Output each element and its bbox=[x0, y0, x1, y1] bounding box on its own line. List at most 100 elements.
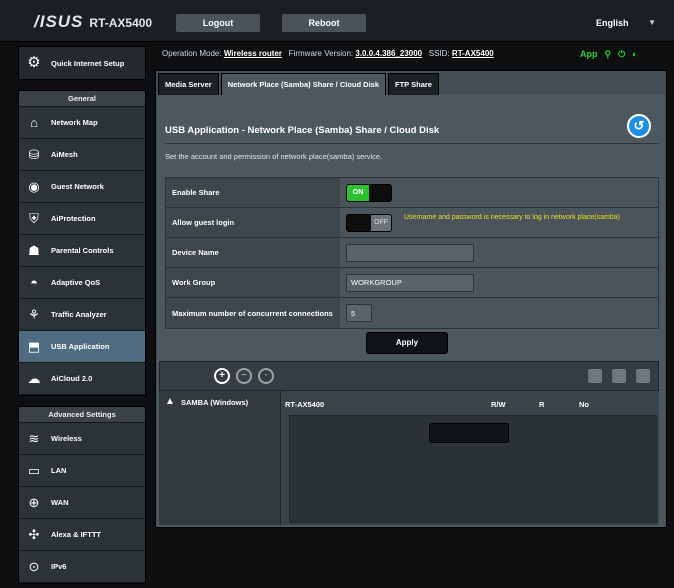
network-map-icon: ⌂ bbox=[30, 114, 38, 130]
enable-share-label: Enable Share bbox=[166, 178, 340, 207]
sidebar-item-adaptive-qos[interactable]: ◓ Adaptive QoS bbox=[19, 267, 145, 299]
row-device-name: Device Name bbox=[166, 238, 658, 268]
lan-icon: ▭ bbox=[27, 462, 41, 478]
row-guest-login: Allow guest login OFF Username and passw… bbox=[166, 208, 658, 238]
max-connections-input[interactable] bbox=[346, 304, 372, 322]
toggle-off-text: OFF bbox=[371, 214, 391, 231]
share-area: ▲ SAMBA (Windows) RT-AX5400 R/W R No bbox=[159, 391, 659, 525]
guest-network-icon: ◉ bbox=[28, 178, 40, 194]
delete-folder-icon[interactable] bbox=[612, 369, 626, 383]
firmware-link[interactable]: 3.0.0.4.386_23000 bbox=[355, 49, 422, 58]
device-col-r: R bbox=[539, 399, 545, 409]
guest-login-warning: Username and password is necessary to lo… bbox=[404, 214, 620, 221]
guest-login-toggle[interactable]: OFF bbox=[346, 213, 392, 232]
model-name: RT-AX5400 bbox=[89, 16, 153, 30]
device-col-rw: R/W bbox=[491, 399, 506, 409]
quick-internet-setup[interactable]: ⚙ Quick Internet Setup bbox=[18, 46, 146, 80]
status-line: Operation Mode: Wireless router Firmware… bbox=[162, 46, 494, 62]
sidebar-item-label: AiCloud 2.0 bbox=[51, 374, 93, 383]
language-select[interactable]: English ▼ bbox=[560, 14, 660, 32]
add-folder-icon[interactable] bbox=[588, 369, 602, 383]
sidebar-item-aicloud[interactable]: ☁ AiCloud 2.0 bbox=[19, 363, 145, 395]
tree-node-samba[interactable]: ▲ SAMBA (Windows) bbox=[165, 397, 248, 407]
wan-icon: ⊕ bbox=[28, 494, 40, 510]
sidebar-item-label: Traffic Analyzer bbox=[51, 310, 107, 319]
sidebar-item-aiprotection[interactable]: ⛨ AiProtection bbox=[19, 203, 145, 235]
rename-folder-icon[interactable] bbox=[636, 369, 650, 383]
share-toolbar: + − · bbox=[159, 361, 659, 391]
settings-table: Enable Share ON Allow guest login OFF Us… bbox=[165, 177, 659, 329]
work-group-input[interactable] bbox=[346, 273, 474, 292]
chevron-down-icon: ▼ bbox=[648, 18, 656, 27]
sidebar-item-label: Alexa & IFTTT bbox=[51, 530, 102, 539]
sidebar-item-label: Network Map bbox=[51, 118, 98, 127]
usb-status-icon[interactable]: ⏻ bbox=[618, 49, 625, 60]
qis-icon: ⚙ bbox=[27, 54, 41, 71]
top-bar: /ISUS RT-AX5400 Logout Reboot English ▼ bbox=[0, 0, 674, 42]
wifi-status-icon[interactable]: ◐ bbox=[632, 49, 637, 59]
sidebar-item-lan[interactable]: ▭ LAN bbox=[19, 455, 145, 487]
alexa-icon: ✣ bbox=[28, 526, 40, 542]
firmware-label: Firmware Version: bbox=[288, 49, 354, 58]
guest-login-label: Allow guest login bbox=[166, 208, 340, 237]
logout-button[interactable]: Logout bbox=[176, 14, 260, 32]
folder-button[interactable] bbox=[429, 423, 509, 443]
status-icons: App ⚲ ⏻ ◐ bbox=[580, 47, 670, 61]
tab-ftp-share[interactable]: FTP Share bbox=[388, 73, 439, 95]
sidebar-item-network-map[interactable]: ⌂ Network Map bbox=[19, 107, 145, 139]
ipv6-icon: ⊙ bbox=[28, 558, 40, 574]
edit-user-icon[interactable]: · bbox=[258, 368, 274, 384]
sidebar-item-wan[interactable]: ⊕ WAN bbox=[19, 487, 145, 519]
aiprotection-icon: ⛨ bbox=[29, 210, 39, 226]
row-max-connections: Maximum number of concurrent connections bbox=[166, 298, 658, 328]
tab-media-server[interactable]: Media Server bbox=[158, 73, 219, 95]
sidebar-item-label: IPv6 bbox=[51, 562, 67, 571]
sidebar-item-label: Parental Controls bbox=[51, 246, 114, 255]
reboot-button[interactable]: Reboot bbox=[282, 14, 366, 32]
sidebar-item-traffic-analyzer[interactable]: ⚘ Traffic Analyzer bbox=[19, 299, 145, 331]
usb-application-icon: ⬒ bbox=[27, 338, 41, 354]
aimesh-icon: ⛁ bbox=[28, 146, 40, 162]
user-icon: ▲ bbox=[165, 396, 175, 407]
row-work-group: Work Group bbox=[166, 268, 658, 298]
app-label[interactable]: App bbox=[580, 49, 598, 59]
sidebar-item-ipv6[interactable]: ⊙ IPv6 bbox=[19, 551, 145, 583]
samba-panel: USB Application - Network Place (Samba) … bbox=[157, 95, 665, 527]
sidebar-item-usb-application[interactable]: ⬒ USB Application bbox=[19, 331, 145, 363]
traffic-analyzer-icon: ⚘ bbox=[28, 306, 40, 322]
general-menu: General ⌂ Network Map ⛁ AiMesh ◉ Guest Netw… bbox=[18, 90, 146, 396]
sidebar-item-label: LAN bbox=[51, 466, 67, 475]
apply-button[interactable]: Apply bbox=[366, 332, 448, 354]
sidebar-item-wireless[interactable]: ≋ Wireless bbox=[19, 423, 145, 455]
ssid-value: RT-AX5400 bbox=[451, 49, 494, 58]
adaptive-qos-icon: ◓ bbox=[30, 274, 38, 290]
sidebar-item-aimesh[interactable]: ⛁ AiMesh bbox=[19, 139, 145, 171]
op-mode-label: Operation Mode: bbox=[162, 49, 222, 58]
sidebar-item-label: USB Application bbox=[51, 342, 110, 351]
parental-controls-icon: ☗ bbox=[28, 242, 40, 258]
toggle-on-text: ON bbox=[347, 184, 369, 201]
tab-samba-share[interactable]: Network Place (Samba) Share / Cloud Disk bbox=[220, 73, 386, 95]
general-title: General bbox=[19, 91, 145, 107]
sidebar-item-alexa[interactable]: ✣ Alexa & IFTTT bbox=[19, 519, 145, 551]
internet-status-icon[interactable]: ⚲ bbox=[605, 49, 612, 60]
back-icon[interactable]: ↺ bbox=[627, 114, 651, 138]
sidebar-item-label: WAN bbox=[51, 498, 69, 507]
delete-user-icon[interactable]: − bbox=[236, 368, 252, 384]
sidebar-item-label: AiProtection bbox=[51, 214, 96, 223]
advanced-title: Advanced Settings bbox=[19, 407, 145, 423]
asus-logo: /ISUS RT-AX5400 bbox=[34, 12, 152, 32]
sidebar-item-guest-network[interactable]: ◉ Guest Network bbox=[19, 171, 145, 203]
sidebar-item-parental-controls[interactable]: ☗ Parental Controls bbox=[19, 235, 145, 267]
device-name-input[interactable] bbox=[346, 243, 474, 262]
op-mode-link[interactable]: Wireless router bbox=[224, 49, 282, 58]
device-col-no: No bbox=[579, 399, 589, 409]
row-enable-share: Enable Share ON bbox=[166, 178, 658, 208]
add-user-icon[interactable]: + bbox=[214, 368, 230, 384]
sidebar-item-label: Wireless bbox=[51, 434, 82, 443]
qis-label: Quick Internet Setup bbox=[51, 58, 125, 68]
toggle-knob bbox=[347, 214, 371, 231]
page-title: USB Application - Network Place (Samba) … bbox=[165, 125, 440, 136]
ssid-label: SSID: bbox=[428, 49, 450, 58]
enable-share-toggle[interactable]: ON bbox=[346, 183, 392, 202]
